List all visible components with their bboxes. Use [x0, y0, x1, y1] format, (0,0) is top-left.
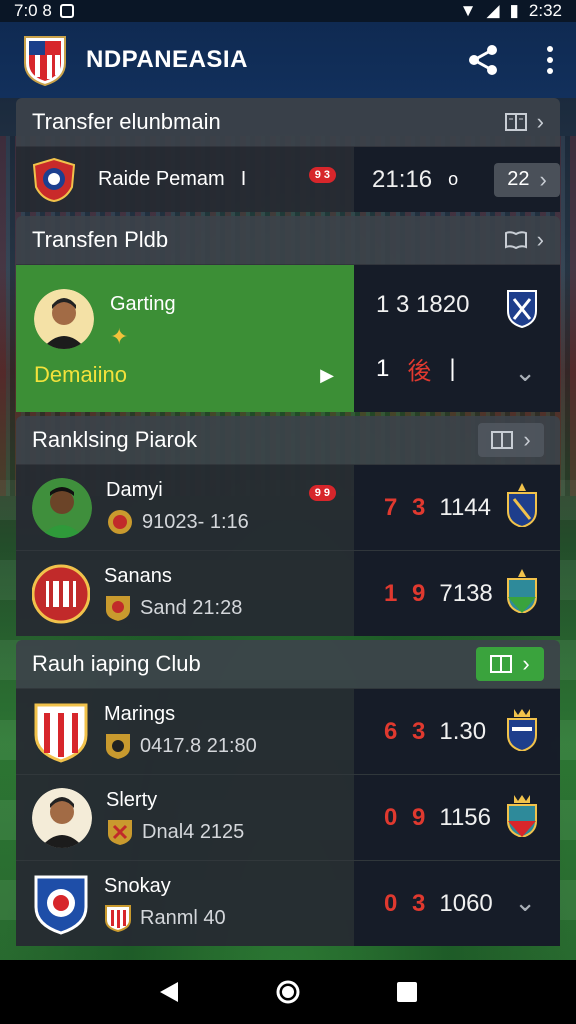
- match-time: 21:16: [372, 165, 433, 193]
- section-header-transfen[interactable]: Transfen Pldb ›: [16, 216, 560, 264]
- details-button-label: 22: [507, 168, 530, 190]
- player-name: Slerty: [106, 789, 158, 811]
- chevron-down-icon[interactable]: ⌄: [514, 357, 536, 388]
- live-badge: 9 3: [308, 167, 336, 183]
- team-name: Raide Pemam: [98, 168, 225, 190]
- club-crest-icon: [108, 820, 132, 845]
- opponent-crest-icon: [507, 795, 537, 837]
- opponent-crest-icon: [507, 483, 537, 527]
- section-title: Ranklsing Piarok: [32, 427, 198, 452]
- section-open-button[interactable]: ›: [478, 423, 544, 457]
- player-avatar: [32, 787, 92, 848]
- team-name: Marings: [104, 703, 176, 725]
- match-info: Sand 21:28: [140, 596, 243, 619]
- section-title: Transfer elunbmain: [32, 109, 221, 134]
- match-score: 7138: [439, 579, 493, 607]
- app-bar: NDPANEASIA: [0, 22, 576, 98]
- match-info: 0417.8 21:80: [140, 734, 257, 757]
- club-crest-icon: [108, 510, 132, 534]
- back-icon[interactable]: [158, 980, 180, 1004]
- opponent-crest-icon: [507, 709, 537, 751]
- club-crest-icon: [106, 734, 130, 759]
- book-icon: [490, 655, 513, 673]
- status-text: Demaiino: [34, 362, 127, 387]
- player-name: Garting: [110, 293, 176, 315]
- more-options-icon[interactable]: [546, 46, 554, 74]
- chevron-right-icon: ›: [522, 651, 530, 676]
- book-open-icon: [504, 231, 527, 249]
- book-icon: [504, 113, 527, 131]
- club-crest-icon: [106, 596, 130, 621]
- chevron-right-icon: ›: [536, 227, 544, 252]
- match-list: Transfer elunbmain › Raide Pemam I 9 3 2…: [16, 98, 560, 946]
- chevron-right-icon: ›: [523, 427, 531, 452]
- status-bar: 7:0 8 ▼ ◢ ▮ 2:32: [0, 0, 576, 22]
- list-item[interactable]: Sanans Sand 21:28 1 9 7138: [16, 550, 560, 636]
- match-info: 91023- 1:16: [142, 510, 249, 533]
- player-name: Damyi: [106, 479, 163, 501]
- list-item[interactable]: Snokay Ranml 40 0 3 1060 ⌄: [16, 860, 560, 946]
- list-item[interactable]: Marings 0417.8 21:80 6 3 1.30: [16, 688, 560, 774]
- score-red: 0 9: [384, 803, 430, 831]
- app-title: NDPANEASIA: [86, 46, 248, 73]
- team-crest-icon: [32, 564, 90, 623]
- recents-icon[interactable]: [396, 981, 418, 1003]
- score-red: 6 3: [384, 717, 430, 745]
- match-score: 1144: [439, 493, 491, 521]
- match-score: 1060: [439, 889, 493, 917]
- chevron-down-icon[interactable]: ⌄: [514, 887, 536, 918]
- match-divider: |: [449, 354, 456, 382]
- match-info: Ranml 40: [140, 906, 226, 929]
- score-red: 7 3: [384, 493, 430, 521]
- section-header-ranking[interactable]: Ranklsing Piarok ›: [16, 416, 560, 464]
- home-icon[interactable]: [275, 979, 301, 1005]
- chevron-right-icon: ›: [536, 109, 544, 134]
- opponent-crest-icon: [507, 290, 537, 329]
- match-info: Dnal4 2125: [142, 820, 245, 843]
- chevron-right-icon: ›: [539, 166, 547, 192]
- team-crest-icon: [34, 875, 88, 935]
- share-icon[interactable]: [466, 43, 500, 77]
- section-title: Transfen Pldb: [32, 227, 169, 252]
- live-badge: 9 9: [308, 485, 336, 501]
- team-name: Sanans: [104, 565, 172, 587]
- section-header-transfer[interactable]: Transfer elunbmain ›: [16, 98, 560, 146]
- notification-icon: [59, 4, 74, 18]
- status-time-left: 7:0 8: [14, 1, 52, 20]
- status-dot: o: [448, 169, 459, 189]
- book-icon: [491, 431, 514, 449]
- details-button[interactable]: 22 ›: [494, 162, 560, 197]
- section-header-rauh[interactable]: Rauh iaping Club ›: [16, 640, 560, 688]
- team-crest-icon: [32, 157, 76, 202]
- team-name: Snokay: [104, 875, 171, 897]
- club-crest-icon: [105, 905, 131, 932]
- match-score: 1.30: [439, 717, 487, 745]
- match-score: 1156: [439, 803, 491, 831]
- section-open-button[interactable]: ›: [476, 647, 544, 681]
- list-item[interactable]: Raide Pemam I 9 3 21:16 o 22 ›: [16, 146, 560, 212]
- opponent-crest-icon: [507, 569, 537, 613]
- signal-icon: ◢: [486, 1, 500, 20]
- match-period-red: 後: [407, 358, 432, 385]
- score-red: 0 3: [384, 889, 430, 917]
- status-time-right: 2:32: [528, 1, 562, 20]
- battery-icon: ▮: [509, 1, 519, 20]
- player-avatar: [32, 477, 92, 538]
- match-period: 1: [376, 354, 390, 382]
- section-title: Rauh iaping Club: [32, 651, 201, 676]
- team-extra: I: [240, 168, 247, 190]
- play-icon[interactable]: ▶: [320, 365, 334, 386]
- match-score: 1 3 1820: [376, 291, 470, 318]
- list-item[interactable]: Damyi 91023- 1:16 9 9 7 3 1144: [16, 464, 560, 550]
- team-crest-icon: [34, 703, 88, 763]
- club-logo-icon: [24, 36, 66, 87]
- player-avatar: [34, 289, 94, 349]
- wifi-icon: ▼: [459, 1, 477, 20]
- list-item[interactable]: Garting ✦ Demaiino ▶ 1 3 1820 1 後 | ⌄: [16, 264, 560, 412]
- system-nav-bar: [0, 960, 576, 1024]
- star-icon: ✦: [110, 324, 129, 349]
- list-item[interactable]: Slerty Dnal4 2125 0 9 1156: [16, 774, 560, 860]
- score-red: 1 9: [384, 579, 430, 607]
